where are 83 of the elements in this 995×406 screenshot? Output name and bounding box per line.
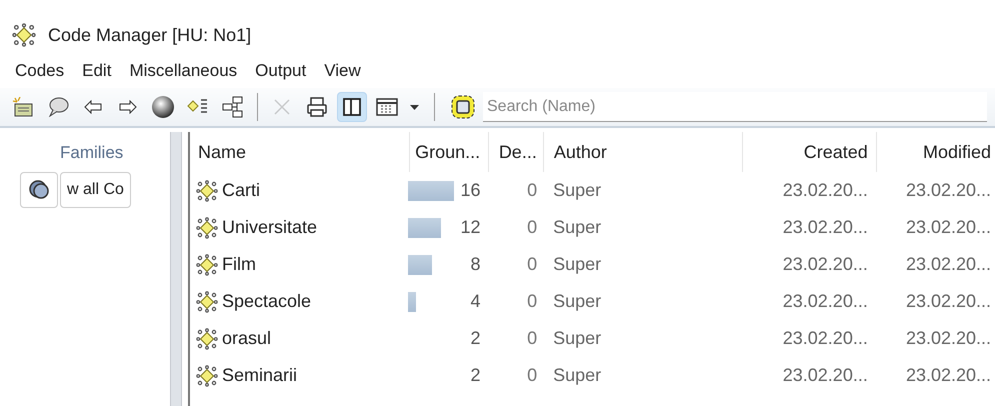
- table-cell-text: 0: [526, 216, 538, 239]
- caret-icon: [410, 104, 418, 110]
- grid-icon: [376, 98, 398, 116]
- table-cell-text: Super: [552, 179, 602, 202]
- search-field[interactable]: Search (Name): [483, 92, 987, 122]
- hierarchy-icon: [222, 96, 244, 118]
- table-cell-text: 0: [526, 179, 538, 202]
- column-header[interactable]: Created: [742, 132, 876, 172]
- table-row[interactable]: Carti 16 0 Super 23.02.20... 23.02.20...: [190, 172, 995, 209]
- code-icon: [196, 254, 218, 276]
- groundedness-bar: [408, 218, 442, 238]
- show-all-button[interactable]: w all Co: [60, 172, 131, 208]
- table-cell-text: 23.02.20...: [782, 364, 869, 387]
- speech-bubble-icon: [47, 97, 69, 117]
- table-cell-text: Super: [552, 327, 602, 350]
- menu-item[interactable]: Codes: [8, 58, 72, 84]
- families-heading: Families: [60, 142, 124, 164]
- code-name: Film: [222, 253, 256, 276]
- code-name: orasul: [222, 327, 272, 350]
- table-row[interactable]: Universitate 12 0 Super 23.02.20... 23.02.20...: [190, 209, 995, 246]
- sparkle-folder-icon: [12, 97, 34, 117]
- right-arrow-icon: [119, 100, 137, 114]
- split-view-button[interactable]: [337, 92, 367, 122]
- window-title: Code Manager [HU: No1]: [48, 24, 252, 47]
- table-cell-text: 4: [470, 290, 480, 313]
- menu-item[interactable]: Output: [248, 58, 314, 84]
- code-icon: [12, 23, 36, 47]
- table-cell-text: 23.02.20...: [782, 179, 869, 202]
- table-cell-text: 0: [526, 253, 538, 276]
- menu-item[interactable]: Miscellaneous: [122, 58, 244, 84]
- table-cell-text: 12: [460, 216, 480, 239]
- split-view-icon: [343, 98, 361, 116]
- menu-item[interactable]: Edit: [75, 58, 118, 84]
- groundedness-bar: [408, 254, 432, 274]
- sphere-icon: [151, 95, 175, 119]
- framed-square-icon: [451, 95, 475, 119]
- table-cell-text: 23.02.20...: [904, 290, 992, 313]
- table-cell-text: 23.02.20...: [904, 253, 992, 276]
- table-cell-text: Super: [552, 253, 602, 276]
- column-header[interactable]: Author: [542, 132, 742, 172]
- code-icon: [196, 364, 218, 386]
- table-cell-text: 0: [526, 364, 538, 387]
- families-icon-button[interactable]: [20, 172, 58, 208]
- table-cell-text: 2: [470, 327, 480, 350]
- table-row[interactable]: Seminarii 2 0 Super 23.02.20... 23.02.20...: [190, 357, 995, 394]
- table-cell-text: 23.02.20...: [904, 179, 992, 202]
- code-icon: [196, 328, 218, 350]
- code-name: Seminarii: [222, 364, 298, 387]
- table-cell-text: 23.02.20...: [904, 364, 992, 387]
- table-row[interactable]: orasul 2 0 Super 23.02.20... 23.02.20...: [190, 320, 995, 357]
- table-cell-text: 23.02.20...: [904, 216, 992, 239]
- table-row[interactable]: Spectacole 4 0 Super 23.02.20... 23.02.20...: [190, 283, 995, 320]
- code-icon: [196, 180, 218, 202]
- column-header[interactable]: Name: [190, 138, 409, 166]
- code-name: Universitate: [222, 216, 318, 239]
- table-cell-text: 23.02.20...: [782, 216, 869, 239]
- code-icon: [196, 290, 218, 312]
- printer-icon: [306, 96, 328, 118]
- column-header[interactable]: De...: [488, 132, 543, 172]
- table-cell-text: Super: [552, 364, 602, 387]
- code-name: Carti: [222, 179, 260, 202]
- table-cell-text: Super: [552, 290, 602, 313]
- table-cell-text: Super: [552, 216, 602, 239]
- table-cell-text: 23.02.20...: [782, 253, 869, 276]
- table-cell-text: 23.02.20...: [782, 290, 869, 313]
- table-cell-text: 23.02.20...: [782, 327, 869, 350]
- column-header[interactable]: Modified: [876, 132, 995, 172]
- table-cell-text: 23.02.20...: [904, 327, 992, 350]
- column-header[interactable]: Groun...: [408, 132, 488, 172]
- code-name: Spectacole: [222, 290, 312, 313]
- close-icon: [273, 98, 291, 116]
- table-row[interactable]: Film 8 0 Super 23.02.20... 23.02.20...: [190, 246, 995, 283]
- groundedness-bar: [408, 180, 454, 200]
- table-cell-text: 16: [460, 179, 480, 202]
- table-cell-text: 8: [470, 253, 480, 276]
- menu-item[interactable]: View: [317, 58, 368, 84]
- left-arrow-icon: [84, 100, 102, 114]
- groundedness-bar: [408, 292, 416, 312]
- table-cell-text: 2: [470, 364, 480, 387]
- code-icon: [196, 216, 218, 238]
- table-cell-text: 0: [526, 290, 538, 313]
- table-cell-text: 0: [526, 327, 538, 350]
- overlapping-circles-icon: [28, 178, 50, 200]
